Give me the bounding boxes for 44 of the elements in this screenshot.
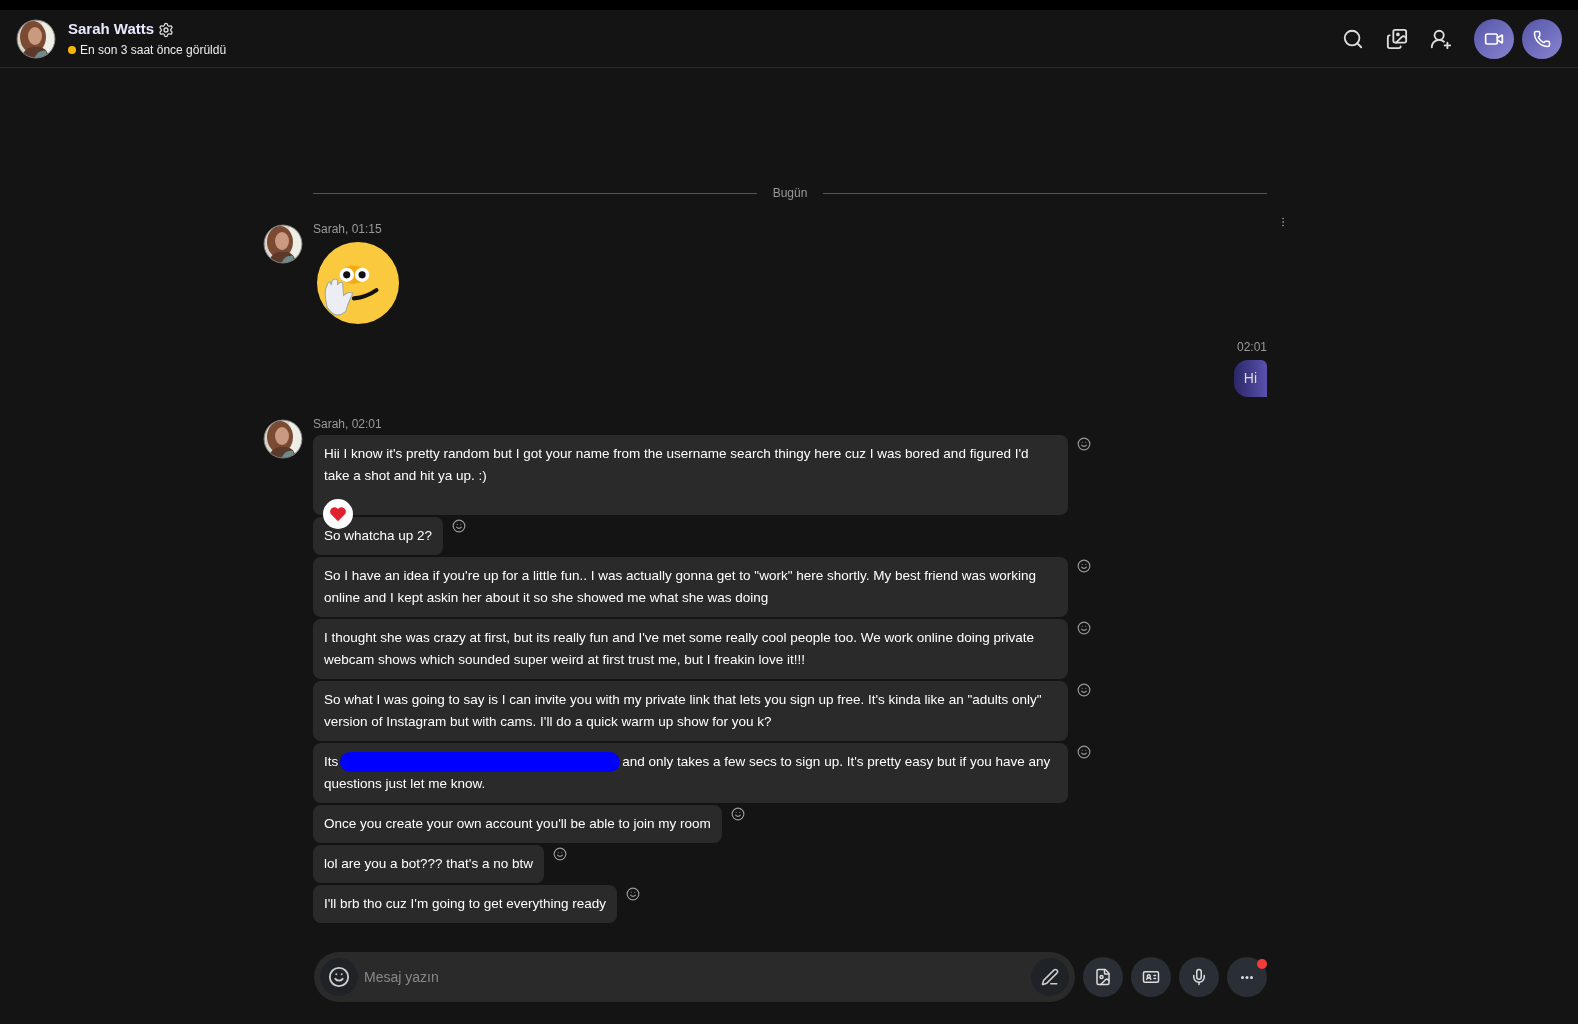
add-person-icon[interactable] [1430, 27, 1452, 50]
emoji-icon[interactable] [328, 966, 350, 988]
gallery-icon[interactable] [1386, 27, 1408, 50]
pen-icon[interactable] [1041, 968, 1059, 986]
add-reaction-icon[interactable] [1077, 559, 1091, 573]
composer-button[interactable] [1083, 957, 1123, 997]
audio-call-button[interactable] [1522, 18, 1562, 59]
message-placeholder[interactable]: Mesaj yazın [364, 966, 1031, 988]
contact-name: Sarah Watts [68, 19, 155, 40]
message-bubble: Its and only takes a few secs to sign up. It's pretty easy but if you have any questions just let me know. [313, 743, 1068, 803]
message-header: Sarah, 01:15 [313, 221, 382, 238]
message-bubble: I thought she was crazy at first, but its really fun and I've met some really cool people too. We work online doing private webcam shows which sounded super weird at first trust me, but I freakin love it!!! [313, 619, 1068, 679]
message-header: Sarah, 02:01 [313, 416, 382, 433]
add-reaction-icon[interactable] [730, 807, 745, 821]
message-bubble: So whatcha up 2? [313, 517, 444, 555]
add-reaction-icon[interactable] [452, 519, 467, 533]
message-bubble: So I have an idea if you're up for a little fun.. I was actually gonna get to "work" here shortly. My best friend was working online and I kept askin her about it so she showed me what she was doing [313, 557, 1068, 617]
heart-icon [329, 506, 347, 522]
add-reaction-icon[interactable] [626, 887, 641, 901]
message-header: 02:01 [1236, 339, 1267, 356]
sent-message-bubble: Hi [1233, 360, 1267, 397]
add-reaction-icon[interactable] [1077, 437, 1091, 451]
message-input-field[interactable]: Mesaj yazın [314, 952, 1075, 1002]
more-icon [1241, 975, 1253, 979]
composer-button[interactable] [1179, 957, 1219, 997]
message-bubble: So what I was going to say is I can invite you with my private link that lets you sign up free. It's kinda like an "adults only" version of Instagram but with cams. I'll do a quick warm up show for you k? [313, 681, 1068, 741]
date-divider: Bugün [772, 185, 808, 202]
search-icon[interactable] [1342, 27, 1364, 50]
microphone-icon [1190, 968, 1208, 986]
file-icon [1094, 968, 1112, 986]
contact-card-icon [1142, 968, 1160, 986]
add-reaction-icon[interactable] [1077, 621, 1091, 635]
message-bubble: Once you create your own account you'll be able to join my room [313, 805, 722, 843]
composer-button[interactable] [1131, 957, 1171, 997]
more-button[interactable] [1227, 957, 1267, 997]
add-reaction-icon[interactable] [1077, 683, 1091, 697]
add-reaction-icon[interactable] [1077, 745, 1091, 759]
last-seen-status: En son 3 saat önce görüldü [80, 41, 227, 59]
message-bubble: I'll brb tho cuz I'm going to get everything ready [313, 885, 618, 923]
video-call-button[interactable] [1474, 18, 1514, 59]
message-bubble: lol are you a bot??? that's a no btw [313, 845, 544, 883]
phone-icon [1533, 29, 1551, 48]
settings-icon[interactable] [158, 21, 175, 38]
add-reaction-icon[interactable] [552, 847, 567, 861]
